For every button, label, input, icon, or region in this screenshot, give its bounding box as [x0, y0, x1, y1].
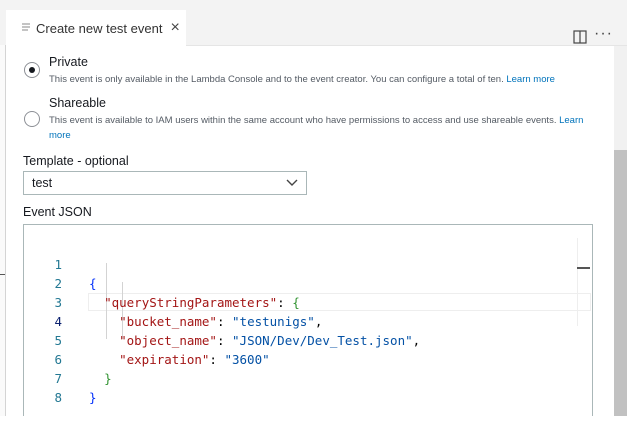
document-icon	[22, 23, 30, 31]
shareable-title: Shareable	[49, 96, 106, 110]
code-line: 8	[24, 369, 594, 405]
private-description: This event is only available in the Lamb…	[49, 72, 589, 87]
template-label: Template - optional	[23, 154, 129, 168]
more-actions-icon[interactable]: ···	[594, 25, 613, 43]
private-radio[interactable]	[24, 62, 40, 78]
template-selected-value: test	[32, 176, 53, 190]
editor-tab-bar: Create new test event × ···	[0, 10, 627, 46]
code-line: 3 "bucket_name": "testunigs",	[24, 274, 594, 329]
event-json-label: Event JSON	[23, 205, 92, 219]
tab-create-new-test-event[interactable]: Create new test event ×	[6, 10, 186, 46]
window-top-strip	[0, 0, 627, 10]
private-description-text: This event is only available in the Lamb…	[49, 74, 504, 85]
code-line-active: 4 "object_name": "JSON/Dev/Dev_Test.json…	[24, 293, 594, 348]
chevron-down-icon	[286, 179, 298, 186]
line-number: 8	[54, 390, 62, 405]
test-event-form: Private This event is only available in …	[5, 46, 614, 416]
private-learn-more-link[interactable]: Learn more	[506, 74, 555, 85]
tab-label: Create new test event	[36, 20, 163, 36]
code-line: 6 }	[24, 331, 594, 386]
private-title: Private	[49, 55, 88, 69]
shareable-radio[interactable]	[24, 111, 40, 127]
code-line: 5 "expiration": "3600"	[24, 312, 594, 367]
vertical-scrollbar-thumb[interactable]	[614, 150, 627, 416]
shareable-description: This event is available to IAM users wit…	[49, 113, 589, 143]
template-select[interactable]: test	[23, 171, 307, 195]
shareable-description-text: This event is available to IAM users wit…	[49, 115, 557, 126]
split-editor-icon[interactable]	[573, 30, 587, 44]
event-json-editor[interactable]: 1 { 2 "queryStringParameters": { 3 "buck…	[23, 224, 593, 416]
code-line: 2 "queryStringParameters": {	[24, 255, 594, 310]
close-icon[interactable]: ×	[170, 20, 179, 36]
code-line: 7 }	[24, 350, 594, 405]
code-line: 1 {	[24, 236, 594, 291]
